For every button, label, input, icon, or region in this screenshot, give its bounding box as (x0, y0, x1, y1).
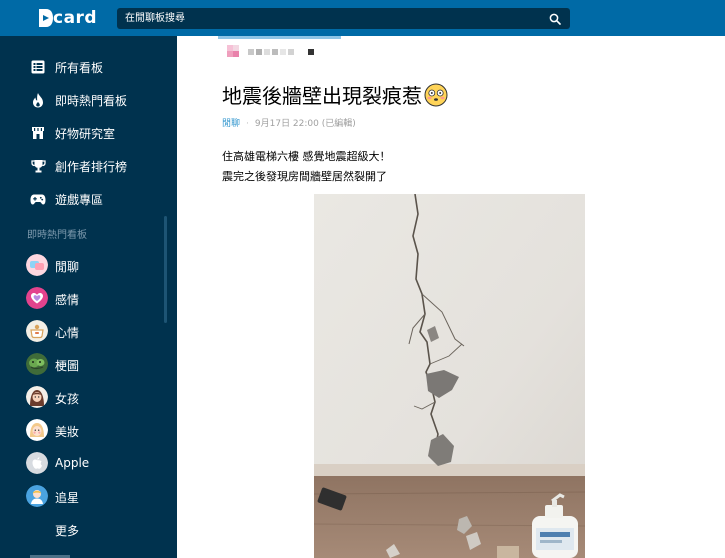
meme-board-icon (26, 353, 48, 375)
gamepad-icon (30, 191, 46, 207)
dcard-logo[interactable]: card (38, 7, 97, 29)
post-timestamp: 9月17日 22:00 (已編輯) (254, 119, 356, 129)
sidebar-item-creator-ranking[interactable]: 創作者排行榜 (0, 151, 177, 181)
search-icon (549, 13, 561, 25)
sidebar-item-idol[interactable]: 追星 (0, 481, 177, 511)
post-title-row: 地震後牆壁出現裂痕惹 (222, 80, 448, 109)
sidebar: 所有看板 即時熱門看板 好物研究室 創作者排行榜 遊戲專區 即時熱門看板 閒聊 … (0, 36, 177, 558)
sidebar-item-label: 好物研究室 (55, 127, 116, 141)
forum-link[interactable]: 閒聊 (222, 119, 240, 129)
top-bar: card (0, 0, 725, 36)
heart-board-icon (26, 287, 48, 309)
chat-board-icon (26, 254, 48, 276)
sidebar-item-label: 即時熱門看板 (55, 94, 128, 108)
sidebar-item-meme[interactable]: 梗圖 (0, 349, 177, 379)
post-title: 地震後牆壁出現裂痕惹 (222, 84, 422, 108)
search-bar (117, 8, 570, 29)
sidebar-item-hot-boards[interactable]: 即時熱門看板 (0, 85, 177, 115)
logo-text: card (53, 8, 98, 28)
author-underline (218, 36, 341, 39)
sidebar-item-label: 感情 (55, 293, 80, 307)
sidebar-cut-off-item (30, 551, 100, 558)
post-meta: 閒聊 · 9月17日 22:00 (已編輯) (222, 116, 356, 129)
sidebar-item-chat[interactable]: 閒聊 (0, 250, 177, 280)
sidebar-item-label: Apple (55, 456, 90, 470)
sidebar-item-label: 創作者排行榜 (55, 160, 128, 174)
store-icon (30, 125, 46, 141)
idol-board-icon (26, 485, 48, 507)
author-avatar-blurred (227, 45, 314, 57)
more-label: 更多 (55, 524, 80, 538)
section-title-hot-boards: 即時熱門看板 (27, 230, 87, 241)
search-button[interactable] (540, 8, 570, 29)
sidebar-item-all-boards[interactable]: 所有看板 (0, 52, 177, 82)
post-photo-cracked-wall[interactable] (314, 194, 585, 558)
sidebar-item-good-stuff[interactable]: 好物研究室 (0, 118, 177, 148)
dcard-logo-icon (39, 9, 53, 27)
sidebar-item-apple[interactable]: Apple (0, 448, 177, 478)
meta-separator: · (246, 119, 249, 129)
sidebar-item-label: 美妝 (55, 425, 80, 439)
makeup-board-icon (26, 419, 48, 441)
girl-board-icon (26, 386, 48, 408)
sidebar-item-label: 追星 (55, 491, 80, 505)
main-content: 地震後牆壁出現裂痕惹 閒聊 · 9月17日 22:00 (已編輯) 住高雄電梯六樓 … (177, 36, 725, 558)
mood-board-icon (26, 320, 48, 342)
sidebar-item-makeup[interactable]: 美妝 (0, 415, 177, 445)
sidebar-item-mood[interactable]: 心情 (0, 316, 177, 346)
sidebar-item-label: 所有看板 (55, 61, 104, 75)
sidebar-item-label: 遊戲專區 (55, 193, 104, 207)
sidebar-item-games[interactable]: 遊戲專區 (0, 184, 177, 214)
post-card: 地震後牆壁出現裂痕惹 閒聊 · 9月17日 22:00 (已編輯) 住高雄電梯六樓 … (177, 36, 725, 558)
post-body-line: 住高雄電梯六樓 感覺地震超級大！ (222, 150, 391, 163)
trophy-icon (30, 158, 46, 174)
sidebar-item-label: 閒聊 (55, 260, 80, 274)
search-input[interactable] (117, 8, 540, 29)
post-body-line: 震完之後發現房間牆壁居然裂開了 (222, 170, 387, 183)
sidebar-item-label: 心情 (55, 326, 80, 340)
sidebar-scrollbar[interactable] (164, 216, 167, 323)
sidebar-more-link[interactable]: 更多 (0, 514, 177, 544)
sidebar-item-label: 女孩 (55, 392, 80, 406)
apple-board-icon (26, 452, 48, 474)
list-icon (30, 59, 46, 75)
sidebar-item-girl[interactable]: 女孩 (0, 382, 177, 412)
flushed-face-icon (424, 83, 448, 106)
sidebar-item-relationship[interactable]: 感情 (0, 283, 177, 313)
fire-icon (30, 92, 46, 108)
cracked-wall-image (314, 194, 585, 558)
sidebar-item-label: 梗圖 (55, 359, 80, 373)
